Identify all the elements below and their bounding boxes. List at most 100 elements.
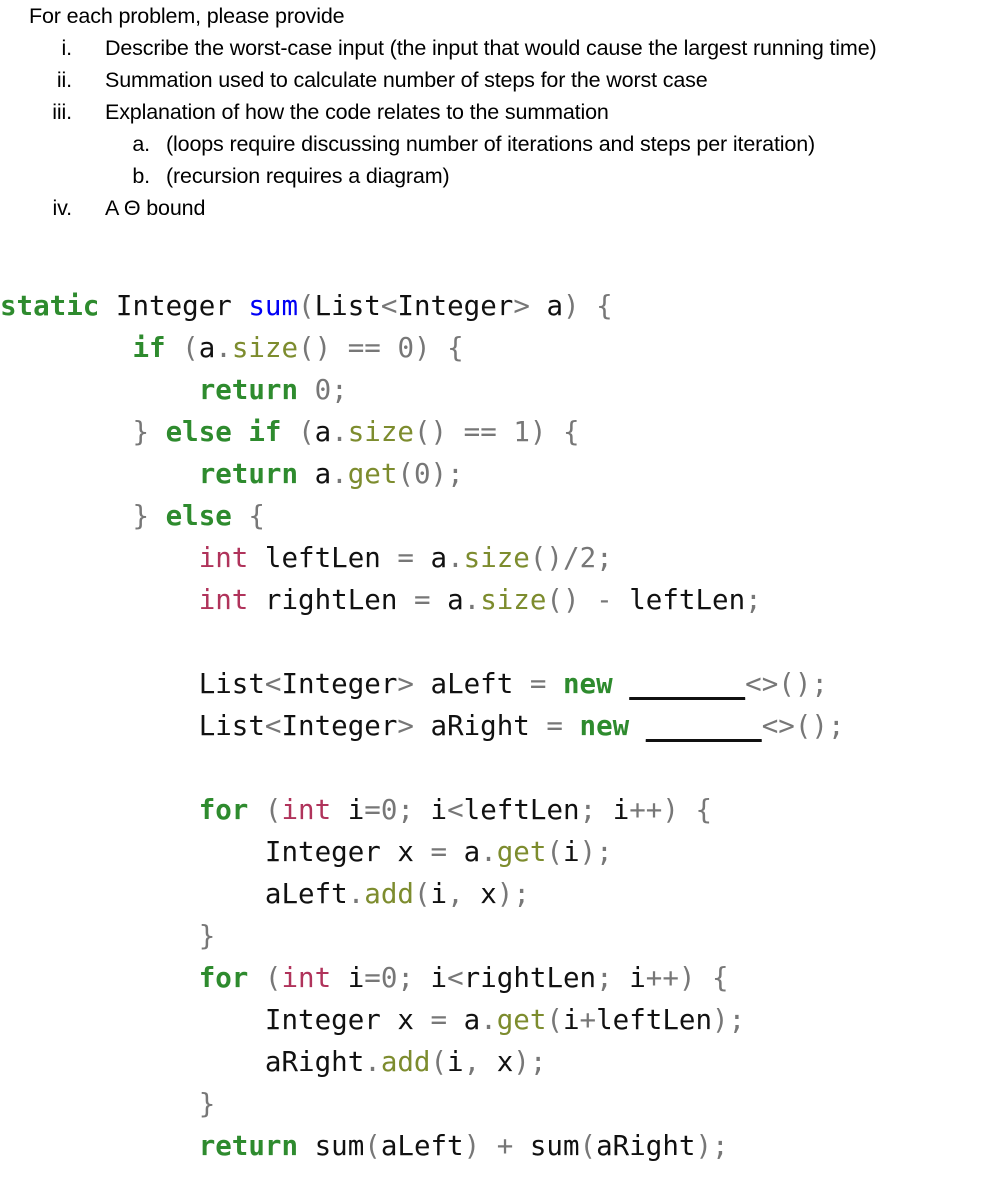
code-token-plain: sum	[314, 1130, 365, 1162]
code-line: List<Integer> aLeft = new _______<>();	[0, 663, 1008, 705]
instruction-text: A Θ bound	[105, 196, 206, 220]
code-token-plain: Integer	[397, 290, 514, 322]
code-token-punct: ;	[579, 794, 613, 826]
code-token-punct: )	[678, 962, 696, 994]
code-line: Integer x = a.get(i+leftLen);	[0, 999, 1008, 1041]
code-listing: static Integer sum(List<Integer> a) { if…	[0, 285, 1008, 1167]
code-token-kw: for	[198, 962, 249, 994]
code-token-punct: (	[364, 1130, 381, 1162]
code-token-punct: ;	[397, 962, 431, 994]
code-token-punct: )	[563, 290, 580, 322]
code-token-punct: ()	[546, 584, 580, 616]
code-token-plain: leftLen	[463, 794, 580, 826]
code-token-plain: aLeft	[380, 1130, 464, 1162]
code-token-num: 0	[413, 458, 431, 490]
code-token-punct: +	[496, 1130, 514, 1162]
code-token-punct: (	[264, 794, 282, 826]
code-line: if (a.size() == 0) {	[0, 327, 1008, 369]
code-token-method: add	[380, 1046, 431, 1078]
code-token-kw: if	[248, 416, 282, 448]
code-token-punct: ()	[529, 542, 563, 574]
code-token-punct: ;	[596, 962, 630, 994]
code-token-plain: Integer	[264, 1004, 381, 1036]
code-token-punct: =	[430, 836, 448, 868]
code-token-punct: =	[397, 542, 414, 574]
code-token-punct: ;	[596, 836, 613, 868]
code-token-punct: <	[380, 290, 398, 322]
code-token-punct: (	[546, 1004, 563, 1036]
code-token-plain: Integer	[281, 668, 398, 700]
code-token-kw: static	[0, 290, 100, 322]
code-token-punct: ()	[413, 416, 448, 448]
code-token-plain: a	[198, 332, 216, 364]
code-line: return a.get(0);	[0, 453, 1008, 495]
code-token-plain: aRight	[596, 1130, 696, 1162]
code-line: int leftLen = a.size()/2;	[0, 537, 1008, 579]
instructions-lead-in: For each problem, please provide	[0, 0, 1008, 32]
code-token-plain: x	[480, 878, 497, 910]
code-token-type: int	[281, 962, 332, 994]
code-token-plain: aLeft	[264, 878, 348, 910]
code-token-punct: ;	[596, 542, 613, 574]
instruction-text: (recursion requires a diagram)	[166, 164, 450, 188]
instructions-lead-in-text: For each problem, please provide	[29, 4, 345, 28]
code-token-punct: (	[182, 332, 199, 364]
code-token-plain: i	[562, 836, 580, 868]
code-token-punct: {	[248, 500, 265, 532]
code-line: for (int i=0; i<leftLen; i++) {	[0, 789, 1008, 831]
code-token-kw: for	[198, 794, 249, 826]
code-token-punct: <	[264, 668, 282, 700]
code-token-plain: a	[314, 458, 332, 490]
code-token-punct: ()	[794, 710, 828, 742]
instruction-item: i. Describe the worst-case input (the inp…	[0, 32, 1008, 64]
code-token-num: 0	[397, 332, 414, 364]
code-line: } else {	[0, 495, 1008, 537]
code-token-kw: new	[563, 668, 613, 700]
instruction-text: Describe the worst-case input (the input…	[105, 36, 877, 60]
code-line: return 0;	[0, 369, 1008, 411]
code-token-punct: )	[414, 332, 431, 364]
code-token-plain: i	[430, 794, 448, 826]
code-token-punct: ++	[645, 962, 679, 994]
code-line: return sum(aLeft) + sum(aRight);	[0, 1125, 1008, 1167]
code-token-punct: .	[447, 542, 464, 574]
code-token-kw: return	[198, 374, 299, 406]
code-token-punct: =	[529, 668, 547, 700]
instruction-marker: b.	[132, 164, 150, 188]
code-token-plain: i	[612, 794, 630, 826]
code-token-punct: (	[298, 290, 315, 322]
code-token-plain: List	[198, 668, 265, 700]
code-token-punct: .	[215, 332, 232, 364]
code-token-punct: ;	[513, 878, 530, 910]
code-token-blank: _______	[645, 710, 762, 742]
code-token-punct: {	[695, 794, 713, 826]
code-token-punct: }	[198, 1088, 216, 1120]
code-token-punct: }	[198, 920, 216, 952]
